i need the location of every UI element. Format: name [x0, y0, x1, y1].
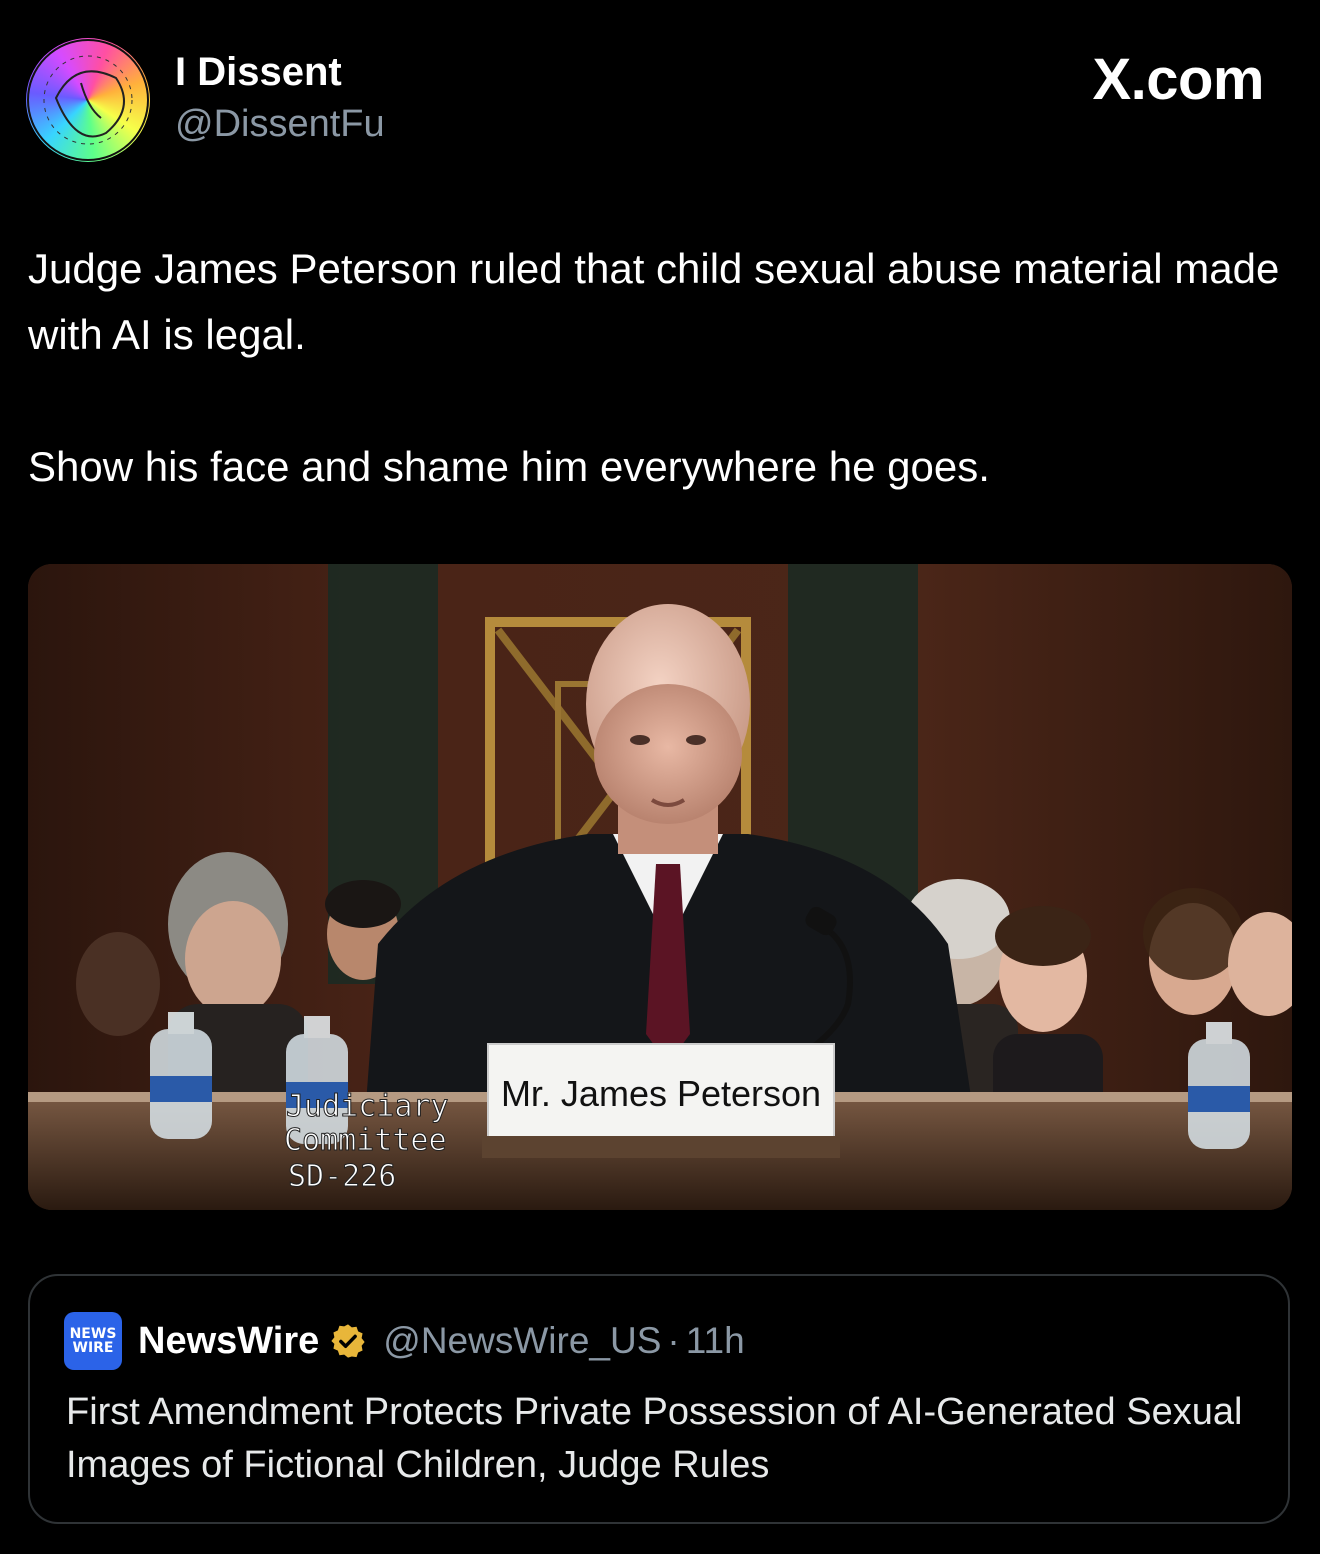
- sign-line-2: Committee: [284, 1123, 447, 1158]
- sign-line-3: SD-226: [288, 1159, 396, 1194]
- quoted-separator: ·: [667, 1320, 680, 1361]
- tweet-text: Judge James Peterson ruled that child se…: [28, 236, 1288, 500]
- newswire-avatar-line-2: WIRE: [72, 1340, 114, 1356]
- quoted-tweet-header: NEWS WIRE NewsWire @NewsWire_US · 11h: [64, 1312, 745, 1370]
- author-display-name[interactable]: I Dissent: [175, 50, 342, 95]
- nameplate-text: Mr. James Peterson: [501, 1073, 821, 1114]
- quoted-tweet-text: First Amendment Protects Private Possess…: [66, 1391, 1243, 1486]
- newswire-avatar-line-1: NEWS: [69, 1326, 117, 1342]
- tweet-paragraph-1: Judge James Peterson ruled that child se…: [28, 245, 1280, 358]
- quoted-tweet-card[interactable]: NEWS WIRE NewsWire @NewsWire_US · 11h Fi…: [28, 1274, 1290, 1524]
- hearing-photo-illustration: Mr. James Peterson Judiciary Committee S…: [28, 564, 1292, 1210]
- quoted-author-name[interactable]: NewsWire: [138, 1320, 319, 1363]
- quoted-author-handle[interactable]: @NewsWire_US: [383, 1320, 661, 1362]
- verified-badge-icon: [331, 1324, 365, 1358]
- sign-line-1: Judiciary: [286, 1089, 449, 1124]
- newswire-avatar[interactable]: NEWS WIRE: [64, 1312, 122, 1370]
- author-avatar[interactable]: [26, 38, 150, 162]
- avatar-sticker-image: [27, 39, 149, 161]
- quoted-timestamp[interactable]: 11h: [686, 1320, 745, 1362]
- x-com-brand: X.com: [1092, 47, 1264, 112]
- tweet-media-photo[interactable]: Mr. James Peterson Judiciary Committee S…: [28, 564, 1292, 1210]
- author-handle[interactable]: @DissentFu: [175, 103, 385, 146]
- tweet-paragraph-2: Show his face and shame him everywhere h…: [28, 443, 990, 490]
